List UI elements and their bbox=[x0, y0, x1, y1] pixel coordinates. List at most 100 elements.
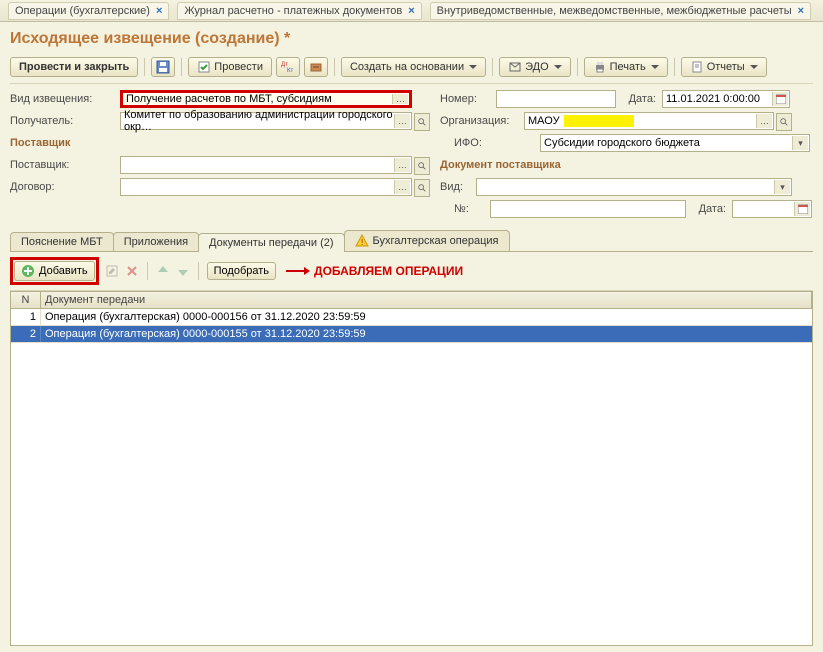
col-doc[interactable]: Документ передачи bbox=[41, 292, 812, 308]
warning-icon: ! bbox=[355, 234, 369, 248]
post-button[interactable]: Провести bbox=[188, 57, 272, 77]
calendar-icon[interactable] bbox=[772, 92, 788, 106]
cell-doc: Операция (бухгалтерская) 0000-000155 от … bbox=[41, 326, 812, 342]
supplier-doc-heading: Документ поставщика bbox=[440, 159, 740, 171]
move-up-icon[interactable] bbox=[156, 264, 170, 278]
finance-button[interactable] bbox=[304, 57, 328, 77]
no-label: №: bbox=[454, 203, 484, 215]
cell-n: 2 bbox=[11, 326, 41, 342]
chevron-down-icon[interactable]: ▾ bbox=[792, 136, 808, 150]
search-icon[interactable] bbox=[414, 157, 430, 175]
inner-tabs: Пояснение МБТ Приложения Документы перед… bbox=[10, 230, 813, 252]
save-button[interactable] bbox=[151, 57, 175, 77]
supplier-field[interactable]: … bbox=[120, 156, 412, 174]
pick-icon[interactable]: … bbox=[394, 158, 410, 172]
grid-header: N Документ передачи bbox=[11, 292, 812, 309]
arrow-annotation: ДОБАВЛЯЕМ ОПЕРАЦИИ bbox=[286, 264, 463, 278]
pick-icon[interactable]: … bbox=[392, 94, 408, 104]
main-toolbar: Провести и закрыть Провести ДтКт Создать… bbox=[10, 54, 813, 84]
pick-icon[interactable]: … bbox=[756, 114, 772, 128]
ifo-label: ИФО: bbox=[454, 137, 534, 149]
wtab-label: Журнал расчетно - платежных документов bbox=[184, 5, 402, 17]
window-tabs: Операции (бухгалтерские) × Журнал расчет… bbox=[0, 0, 823, 22]
move-down-icon[interactable] bbox=[176, 264, 190, 278]
ifo-field[interactable]: Субсидии городского бюджета ▾ bbox=[540, 134, 810, 152]
table-row[interactable]: 2 Операция (бухгалтерская) 0000-000155 о… bbox=[11, 326, 812, 343]
print-button[interactable]: Печать bbox=[584, 57, 668, 77]
calendar-icon[interactable] bbox=[794, 202, 810, 216]
form-area: Вид извещения: Получение расчетов по МБТ… bbox=[10, 84, 813, 226]
org-field[interactable]: МАОУ … bbox=[524, 112, 774, 130]
doc-date-field[interactable] bbox=[732, 200, 812, 218]
dt-kt-icon: ДтКт bbox=[281, 60, 295, 74]
pick-icon[interactable]: … bbox=[394, 180, 410, 194]
finance-icon bbox=[309, 60, 323, 74]
supplier-heading: Поставщик bbox=[10, 137, 426, 149]
org-value: МАОУ bbox=[528, 115, 560, 127]
pick-icon[interactable]: … bbox=[394, 114, 410, 128]
cell-n: 1 bbox=[11, 309, 41, 325]
add-button[interactable]: Добавить bbox=[14, 261, 95, 281]
page-title: Исходящее извещение (создание) * bbox=[10, 30, 813, 48]
ifo-value: Субсидии городского бюджета bbox=[544, 137, 700, 149]
type-label: Вид извещения: bbox=[10, 93, 114, 105]
edo-icon bbox=[508, 60, 522, 74]
plus-circle-icon bbox=[21, 264, 35, 278]
tab-attachments[interactable]: Приложения bbox=[113, 232, 199, 251]
date-field[interactable]: 11.01.2021 0:00:00 bbox=[662, 90, 790, 108]
svg-text:Кт: Кт bbox=[287, 68, 293, 74]
search-icon[interactable] bbox=[414, 113, 430, 131]
kind-field[interactable]: ▾ bbox=[476, 178, 792, 196]
org-redacted bbox=[564, 115, 634, 127]
recipient-field[interactable]: Комитет по образованию администрации гор… bbox=[120, 112, 412, 130]
edit-icon[interactable] bbox=[105, 264, 119, 278]
no-field[interactable] bbox=[490, 200, 686, 218]
search-icon[interactable] bbox=[414, 179, 430, 197]
dt-kt-button[interactable]: ДтКт bbox=[276, 57, 300, 77]
close-icon[interactable]: × bbox=[798, 5, 804, 17]
post-and-close-button[interactable]: Провести и закрыть bbox=[10, 57, 138, 77]
cell-doc: Операция (бухгалтерская) 0000-000156 от … bbox=[41, 309, 812, 325]
kind-label: Вид: bbox=[440, 181, 470, 193]
grid-toolbar: Добавить Подобрать ДОБАВЛЯЕМ ОПЕРАЦИИ bbox=[10, 252, 813, 291]
printer-icon bbox=[593, 60, 607, 74]
report-icon bbox=[690, 60, 704, 74]
chevron-down-icon[interactable]: ▾ bbox=[774, 180, 790, 194]
close-icon[interactable]: × bbox=[408, 5, 414, 17]
search-icon[interactable] bbox=[776, 113, 792, 131]
svg-text:!: ! bbox=[361, 238, 363, 247]
recipient-label: Получатель: bbox=[10, 115, 114, 127]
post-icon bbox=[197, 60, 211, 74]
number-label: Номер: bbox=[440, 93, 490, 105]
floppy-icon bbox=[156, 60, 170, 74]
wtab-label: Операции (бухгалтерские) bbox=[15, 5, 150, 17]
supplier-label: Поставщик: bbox=[10, 159, 114, 171]
wtab-label: Внутриведомственные, межведомственные, м… bbox=[437, 5, 792, 17]
date-label: Дата: bbox=[622, 93, 656, 105]
tab-accounting-op[interactable]: ! Бухгалтерская операция bbox=[344, 230, 510, 251]
contract-label: Договор: bbox=[10, 181, 114, 193]
table-row[interactable]: 1 Операция (бухгалтерская) 0000-000156 о… bbox=[11, 309, 812, 326]
notice-type-field[interactable]: Получение расчетов по МБТ, субсидиям … bbox=[120, 90, 412, 108]
tab-transfer-docs[interactable]: Документы передачи (2) bbox=[198, 233, 345, 252]
doc-date-label: Дата: bbox=[692, 203, 726, 215]
edo-button[interactable]: ЭДО bbox=[499, 57, 571, 77]
tab-explanation[interactable]: Пояснение МБТ bbox=[10, 232, 114, 251]
add-button-highlight: Добавить bbox=[10, 257, 99, 285]
reports-button[interactable]: Отчеты bbox=[681, 57, 767, 77]
col-n[interactable]: N bbox=[11, 292, 41, 308]
number-field[interactable] bbox=[496, 90, 616, 108]
delete-icon[interactable] bbox=[125, 264, 139, 278]
close-icon[interactable]: × bbox=[156, 5, 162, 17]
pick-button[interactable]: Подобрать bbox=[207, 262, 276, 280]
transfer-docs-grid: N Документ передачи 1 Операция (бухгалте… bbox=[10, 291, 813, 646]
window-tab-journal[interactable]: Журнал расчетно - платежных документов × bbox=[177, 2, 421, 20]
arrow-right-icon bbox=[286, 265, 310, 277]
contract-field[interactable]: … bbox=[120, 178, 412, 196]
type-value: Получение расчетов по МБТ, субсидиям bbox=[126, 93, 332, 105]
recipient-value: Комитет по образованию администрации гор… bbox=[124, 109, 408, 133]
date-value: 11.01.2021 0:00:00 bbox=[666, 93, 760, 105]
window-tab-operations[interactable]: Операции (бухгалтерские) × bbox=[8, 2, 169, 20]
window-tab-interbudget[interactable]: Внутриведомственные, межведомственные, м… bbox=[430, 2, 811, 20]
create-based-on-button[interactable]: Создать на основании bbox=[341, 57, 486, 77]
